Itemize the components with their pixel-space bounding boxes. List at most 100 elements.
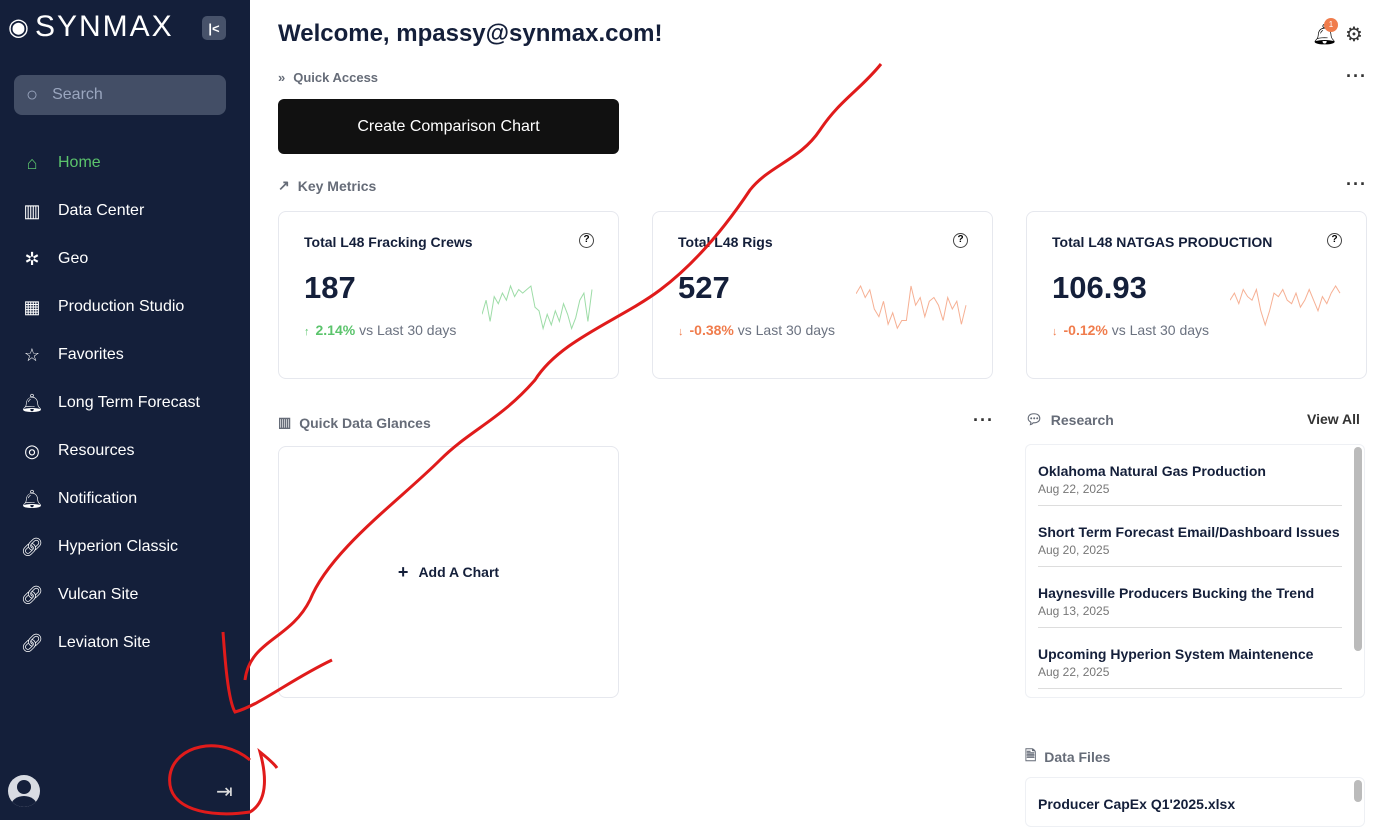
collapse-sidebar-button[interactable]: |< [202,16,226,40]
sparkline [1230,285,1341,327]
search-input[interactable]: ○ Search [14,75,226,115]
research-date: Aug 22, 2025 [1038,665,1110,679]
sidebar-item-geo[interactable]: ✲ Geo [20,235,200,283]
sidebar-item-production-studio[interactable]: ▦ Production Studio [20,283,200,331]
research-title: Oklahoma Natural Gas Production [1038,463,1266,479]
change-suffix: vs Last 30 days [1111,322,1210,338]
settings-gear-icon[interactable]: ⚙ [1345,22,1363,47]
sidebar-item-label: Data Center [58,202,145,219]
sidebar-item-long-term-forecast[interactable]: 🔔︎ Long Term Forecast [20,379,200,427]
view-all-link[interactable]: View All [1307,411,1360,427]
message-icon: 💬︎ [1025,411,1043,427]
key-metrics-more-button[interactable]: ··· [1346,174,1367,195]
quick-access-more-button[interactable]: ··· [1346,66,1367,87]
sidebar-item-home[interactable]: ⌂ Home [20,139,200,187]
search-icon: ○ [26,83,39,106]
change-percent: 2.14% [315,322,356,338]
sparkline-line [1230,285,1341,327]
home-icon: ⌂ [26,152,38,173]
file-icon: 🗎 [1025,747,1037,763]
lifebuoy-icon: ◎ [24,440,40,461]
grid-icon: ▦ [23,296,41,317]
metric-card[interactable]: Total L48 Fracking Crews ? 187 ↑ 2.14% vs… [278,211,619,379]
metric-change: ↑ 2.14% vs Last 30 days [304,320,474,342]
change-percent: -0.12% [1063,322,1108,338]
research-date: Aug 13, 2025 [1038,604,1110,618]
arrow-up-icon: ↑ [304,326,310,338]
sparkline-line [482,284,593,331]
research-item[interactable]: Oklahoma Natural Gas Production Aug 22, 2… [1038,445,1342,506]
metric-card[interactable]: Total L48 Rigs ? 527 ↓ -0.38% vs Last 30 … [652,211,993,379]
sidebar-item-label: Resources [58,442,135,459]
research-date: Aug 22, 2025 [1038,482,1110,496]
research-item[interactable]: Haynesville Producers Bucking the Trend A… [1038,567,1342,628]
sidebar-item-label: Notification [58,490,138,507]
main-content: Welcome, mpassy@synmax.com! 🔔︎ 1 ⚙ » Quick… [250,0,1374,827]
metric-change: ↓ -0.38% vs Last 30 days [678,320,848,342]
chevrons-right-icon: » [278,70,286,85]
research-title: Haynesville Producers Bucking the Trend [1038,585,1315,601]
metric-title: Total L48 Rigs [678,234,773,250]
add-chart-label: Add A Chart [418,564,500,580]
eye-icon: ◉ [8,13,31,41]
research-heading: 💬︎ Research [1025,411,1114,428]
notification-bell-icon[interactable]: 🔔︎ 1 [1312,18,1338,47]
metric-title: Total L48 Fracking Crews [304,234,473,250]
create-comparison-chart-button[interactable]: Create Comparison Chart [278,99,619,154]
search-placeholder: Search [52,86,103,103]
sidebar-item-label: Vulcan Site [58,586,139,603]
star-icon: ☆ [23,344,41,365]
sparkline [856,284,967,330]
bar-chart-icon: ▥ [278,414,292,430]
key-metrics-heading: ↗ Key Metrics [278,177,377,194]
metric-title: Total L48 NATGAS PRODUCTION [1052,234,1273,250]
change-suffix: vs Last 30 days [359,322,457,338]
link-icon: 🔗︎ [20,632,44,653]
sidebar-item-leviaton-site[interactable]: 🔗︎ Leviaton Site [20,619,200,667]
link-icon: 🔗︎ [20,584,44,605]
brand-name: SYNMAX [34,10,174,43]
sidebar-item-data-center[interactable]: ▥ Data Center [20,187,200,235]
help-icon[interactable]: ? [579,233,594,248]
change-percent: -0.38% [689,322,734,338]
add-chart-button[interactable]: + Add A Chart [278,446,619,698]
page-title: Welcome, mpassy@synmax.com! [278,20,663,47]
change-suffix: vs Last 30 days [737,322,836,338]
metric-value: 187 [304,270,356,305]
sparkline-line [856,284,967,330]
research-title: Upcoming Hyperion System Maintenence [1038,646,1314,662]
sidebar-item-hyperion-classic[interactable]: 🔗︎ Hyperion Classic [20,523,200,571]
sidebar-item-vulcan-site[interactable]: 🔗︎ Vulcan Site [20,571,200,619]
metric-value: 527 [678,270,730,305]
sidebar-item-label: Favorites [58,346,124,363]
research-list: Oklahoma Natural Gas Production Aug 22, 2… [1025,444,1365,698]
sidebar-item-label: Leviaton Site [58,634,151,651]
synmax-logo[interactable]: ◉ SYNMAX [8,10,174,44]
data-file-item[interactable]: Producer CapEx Q1'2025.xlsx [1038,796,1235,812]
data-files-heading: 🗎 Data Files [1025,745,1110,769]
research-item[interactable]: Upcoming Hyperion System Maintenence Aug … [1038,628,1342,689]
sidebar: ◉ SYNMAX |< ○ Search ⌂ Home ▥ Data Center ✲ Geo… [0,0,250,820]
research-scrollbar[interactable] [1354,447,1362,651]
arrow-down-icon: ↓ [1052,326,1058,338]
sidebar-item-resources[interactable]: ◎ Resources [20,427,200,475]
research-item[interactable]: Short Term Forecast Email/Dashboard Issu… [1038,506,1342,567]
sidebar-item-notification[interactable]: 🔔︎ Notification [20,475,200,523]
research-date: Aug 20, 2025 [1038,543,1110,557]
sidebar-item-label: Home [58,154,101,171]
arrow-down-icon: ↓ [678,326,684,338]
sidebar-item-favorites[interactable]: ☆ Favorites [20,331,200,379]
help-icon[interactable]: ? [1327,233,1342,248]
notification-badge: 1 [1324,18,1338,32]
help-icon[interactable]: ? [953,233,968,248]
plus-icon: + [397,561,409,582]
logout-icon[interactable]: ⇥ [216,779,233,804]
quick-data-glances-heading: ▥ Quick Data Glances [278,414,431,431]
glances-more-button[interactable]: ··· [973,410,994,431]
metric-change: ↓ -0.12% vs Last 30 days [1052,320,1222,342]
avatar[interactable] [8,775,40,807]
sidebar-item-label: Geo [58,250,89,267]
metric-card[interactable]: Total L48 NATGAS PRODUCTION ? 106.93 ↓ -0… [1026,211,1367,379]
files-scrollbar[interactable] [1354,780,1362,802]
trending-up-icon: ↗ [278,177,290,193]
